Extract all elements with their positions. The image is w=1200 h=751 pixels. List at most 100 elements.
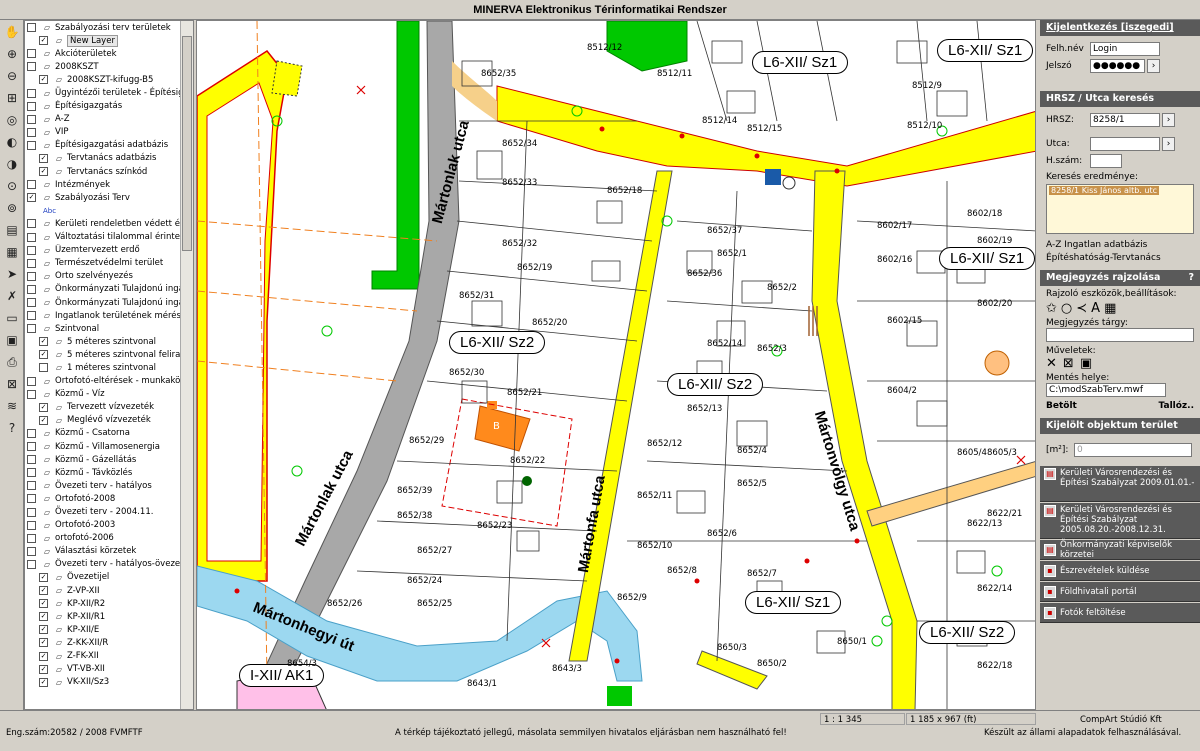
resource-link[interactable]: ▤ Kerületi Városrendezési és Építési Szab… [1040,466,1200,502]
layer-checkbox[interactable] [27,193,36,203]
layer-item[interactable]: ▱ KP-XII/E [25,623,180,636]
layer-checkbox[interactable] [27,23,36,33]
layer-checkbox[interactable] [27,114,36,124]
layer-checkbox[interactable] [27,127,36,137]
layer-checkbox[interactable] [27,101,36,111]
layer-checkbox[interactable] [27,442,36,452]
utca-go-button[interactable]: › [1162,137,1175,151]
text-tool-icon[interactable]: A [1091,301,1100,316]
layer-checkbox[interactable] [39,651,48,661]
resource-link[interactable]: ▪ Fotók feltöltése [1040,603,1200,623]
layer-checkbox[interactable] [39,402,48,412]
print-preview-icon[interactable]: ▣ [2,330,22,350]
resource-link[interactable]: ▤ Önkormányzati képviselők körzetei [1040,540,1200,560]
info-icon[interactable]: ▤ [2,220,22,240]
layer-item[interactable]: ▱ Közmű - Gázellátás [25,453,180,466]
layer-item[interactable]: ▱ VIP [25,126,180,139]
layer-item[interactable]: ▱ Természetvédelmi terület [25,257,180,270]
layer-item[interactable]: ▱ Z-FK-XII [25,650,180,663]
layer-checkbox[interactable] [27,88,36,98]
layer-checkbox[interactable] [27,284,36,294]
clear-all-icon[interactable]: ⊠ [1063,356,1074,371]
layer-checkbox[interactable] [39,664,48,674]
layer-checkbox[interactable] [39,625,48,635]
zoom-extent-icon[interactable]: ⊙ [2,176,22,196]
zoom-next-icon[interactable]: ◑ [2,154,22,174]
password-input[interactable]: ●●●●●● [1090,59,1145,73]
tervtanacs-link[interactable]: Építéshatóság-Tervtanács [1046,253,1194,263]
layer-checkbox[interactable] [27,324,36,334]
save-disk-icon[interactable]: ▣ [1080,356,1092,371]
layer-checkbox[interactable] [39,350,48,360]
layer-item[interactable]: ▱ Választási körzetek [25,545,180,558]
layer-item[interactable]: ▱ KP-XII/R2 [25,597,180,610]
layer-checkbox[interactable] [39,677,48,687]
layer-item[interactable]: ▱ VK-XII/Sz3 [25,676,180,689]
search-result-item[interactable]: 8258/1 Kiss János altb. utc [1049,186,1160,195]
layer-item[interactable]: ▱ New Layer [25,34,180,47]
layer-item[interactable]: ▱ Övezeti terv - 2004.11. [25,505,180,518]
layer-checkbox[interactable] [27,271,36,281]
layer-item[interactable]: ▱ Önkormányzati Tulajdonú ingatl [25,296,180,309]
layer-item[interactable]: ▱ Ortofotó-2008 [25,492,180,505]
hand-icon[interactable]: ✋ [2,22,22,42]
resource-link[interactable]: ▪ Észrevételek küldése [1040,561,1200,581]
layer-checkbox[interactable] [39,363,48,373]
layer-item[interactable]: ▱ 2008KSZT-kifugg-B5 [25,73,180,86]
layer-item[interactable]: ▱ Kerületi rendeletben védett épü [25,217,180,230]
zoom-rect-icon[interactable]: ⊞ [2,88,22,108]
layer-item[interactable]: ▱ Tervtanács színkód [25,165,180,178]
layer-checkbox[interactable] [27,298,36,308]
zoom-layer-icon[interactable]: ⊚ [2,198,22,218]
layer-item[interactable]: Abc [25,204,180,217]
circle-tool-icon[interactable]: ○ [1061,301,1072,316]
layer-item[interactable]: ▱ ortofotó-2006 [25,532,180,545]
color-palette-icon[interactable]: ▦ [1104,301,1116,316]
select-icon[interactable]: ➤ [2,264,22,284]
layer-checkbox[interactable] [27,311,36,321]
layer-item[interactable]: ▱ Szabályozási terv területek [25,21,180,34]
layer-item[interactable]: ▱ Övezetijel [25,571,180,584]
layer-item[interactable]: ▱ 5 méteres szintvonal felirat [25,348,180,361]
layer-checkbox[interactable] [27,455,36,465]
layer-item[interactable]: ▱ Ügyintézői területek - Építésigaz [25,86,180,99]
hrsz-go-button[interactable]: › [1162,113,1175,127]
zoom-all-icon[interactable]: ◎ [2,110,22,130]
notes-help-button[interactable]: ? [1188,270,1194,286]
map-canvas[interactable]: Mártonlak utca Mártonlak utca Mártonfa u… [196,20,1036,710]
hrsz-input[interactable]: 8258/1 [1090,113,1160,127]
subject-input[interactable] [1046,328,1194,342]
line-tool-icon[interactable]: ≺ [1076,301,1087,316]
layer-checkbox[interactable] [27,428,36,438]
layer-item[interactable]: ▱ 2008KSZT [25,60,180,73]
export-icon[interactable]: ⊠ [2,374,22,394]
layer-checkbox[interactable] [27,62,36,72]
layer-checkbox[interactable] [27,494,36,504]
layer-item[interactable]: ▱ Önkormányzati Tulajdonú ingatl [25,283,180,296]
layer-item[interactable]: ▱ Intézmények [25,178,180,191]
layer-item[interactable]: ▱ Üzemtervezett erdő [25,244,180,257]
layer-checkbox[interactable] [27,520,36,530]
layer-checkbox[interactable] [39,167,48,177]
ruler-icon[interactable]: ▭ [2,308,22,328]
layer-item[interactable]: ▱ KP-XII/R1 [25,610,180,623]
layer-item[interactable]: ▱ A-Z [25,113,180,126]
save-path-input[interactable]: C:\modSzabTerv.mwf [1046,383,1166,397]
layer-checkbox[interactable] [27,468,36,478]
resource-link[interactable]: ▤ Kerületi Városrendezési és Építési Szab… [1040,503,1200,539]
layer-item[interactable]: ▱ Meglévő vízvezeték [25,414,180,427]
layer-checkbox[interactable] [39,572,48,582]
layer-item[interactable]: ▱ Övezeti terv - hatályos-övezete [25,558,180,571]
layer-checkbox[interactable] [39,36,48,46]
layer-checkbox[interactable] [27,140,36,150]
layer-item[interactable]: ▱ Ortofotó-2003 [25,519,180,532]
layer-item[interactable]: ▱ Szabályozási Terv [25,191,180,204]
layer-item[interactable]: ▱ Orto szelvényezés [25,270,180,283]
hazszam-input[interactable] [1090,154,1122,168]
layer-item[interactable]: ▱ Tervtanács adatbázis [25,152,180,165]
layer-checkbox[interactable] [27,376,36,386]
utca-select[interactable] [1090,137,1160,151]
zoom-out-icon[interactable]: ⊖ [2,66,22,86]
layer-checkbox[interactable] [39,153,48,163]
clear-select-icon[interactable]: ✗ [2,286,22,306]
